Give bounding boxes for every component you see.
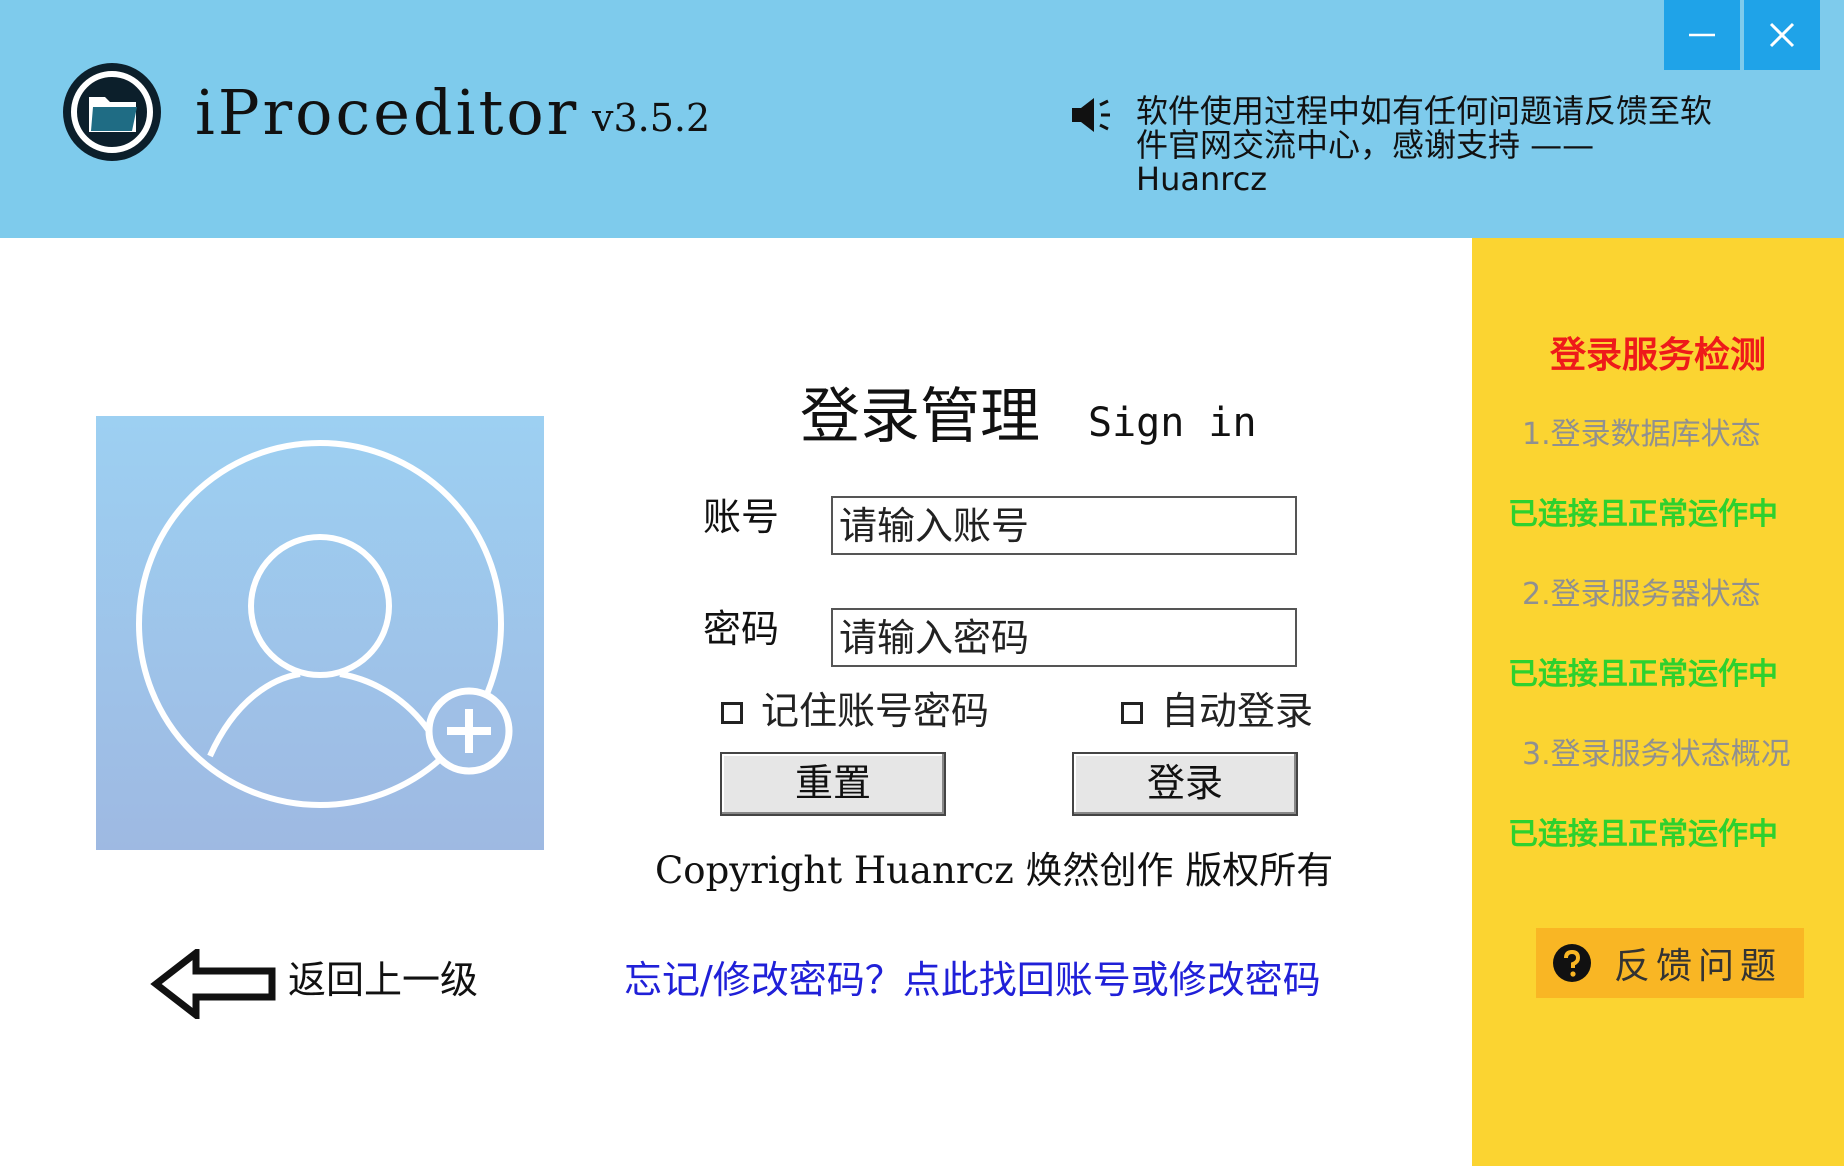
close-button[interactable] <box>1744 0 1820 70</box>
password-label: 密码 <box>703 607 780 651</box>
service-status-panel: 登录服务检测 1.登录数据库状态 已连接且正常运作中 2.登录服务器状态 已连接… <box>1472 238 1844 1166</box>
feedback-label: 反馈问题 <box>1614 946 1783 987</box>
account-label: 账号 <box>703 495 780 539</box>
password-input[interactable] <box>833 610 1295 665</box>
login-button[interactable]: 登录 <box>1072 752 1298 816</box>
feedback-button[interactable]: 反馈问题 <box>1536 928 1804 998</box>
status-item-value: 已连接且正常运作中 <box>1508 817 1778 852</box>
reset-button[interactable]: 重置 <box>720 752 946 816</box>
app-version: v3.5.2 <box>592 96 711 140</box>
copyright-text: Copyright Huanrcz 焕然创作 版权所有 <box>655 849 1334 892</box>
notice-text: 软件使用过程中如有任何问题请反馈至软件官网交流中心，感谢支持 ——Huanrcz <box>1136 92 1713 198</box>
close-icon <box>1769 22 1795 48</box>
account-field-box <box>831 496 1297 555</box>
title-bar: iProceditor v3.5.2 软件使用过程中如有任何问题请反馈至软件官网… <box>0 0 1844 238</box>
app-title: iProceditor <box>195 76 580 149</box>
back-button[interactable]: 返回上一级 <box>150 945 500 1025</box>
remember-checkbox[interactable] <box>721 702 743 724</box>
account-input[interactable] <box>833 498 1295 553</box>
speaker-icon <box>1072 98 1110 132</box>
remember-label: 记住账号密码 <box>761 689 990 733</box>
status-item-value: 已连接且正常运作中 <box>1508 657 1778 692</box>
status-item-label: 2.登录服务器状态 <box>1522 577 1761 612</box>
auto-login-checkbox[interactable] <box>1121 702 1143 724</box>
arrow-left-icon <box>150 949 276 1019</box>
minimize-icon <box>1689 33 1715 37</box>
minimize-button[interactable] <box>1664 0 1740 70</box>
folder-icon <box>63 63 161 161</box>
back-label: 返回上一级 <box>288 958 479 1002</box>
status-item-label: 3.登录服务状态概况 <box>1522 737 1791 772</box>
status-panel-title: 登录服务检测 <box>1549 335 1766 376</box>
forgot-password-link[interactable]: 忘记/修改密码？点此找回账号或修改密码 <box>624 955 1321 1005</box>
status-item-label: 1.登录数据库状态 <box>1522 417 1761 452</box>
avatar <box>96 416 544 850</box>
add-user-icon <box>136 440 513 808</box>
question-icon <box>1553 944 1591 982</box>
auto-login-label: 自动登录 <box>1161 689 1314 733</box>
page-subtitle: Sign in <box>1088 400 1257 446</box>
password-field-box <box>831 608 1297 667</box>
status-item-value: 已连接且正常运作中 <box>1508 497 1778 532</box>
page-title: 登录管理 <box>800 382 1040 452</box>
